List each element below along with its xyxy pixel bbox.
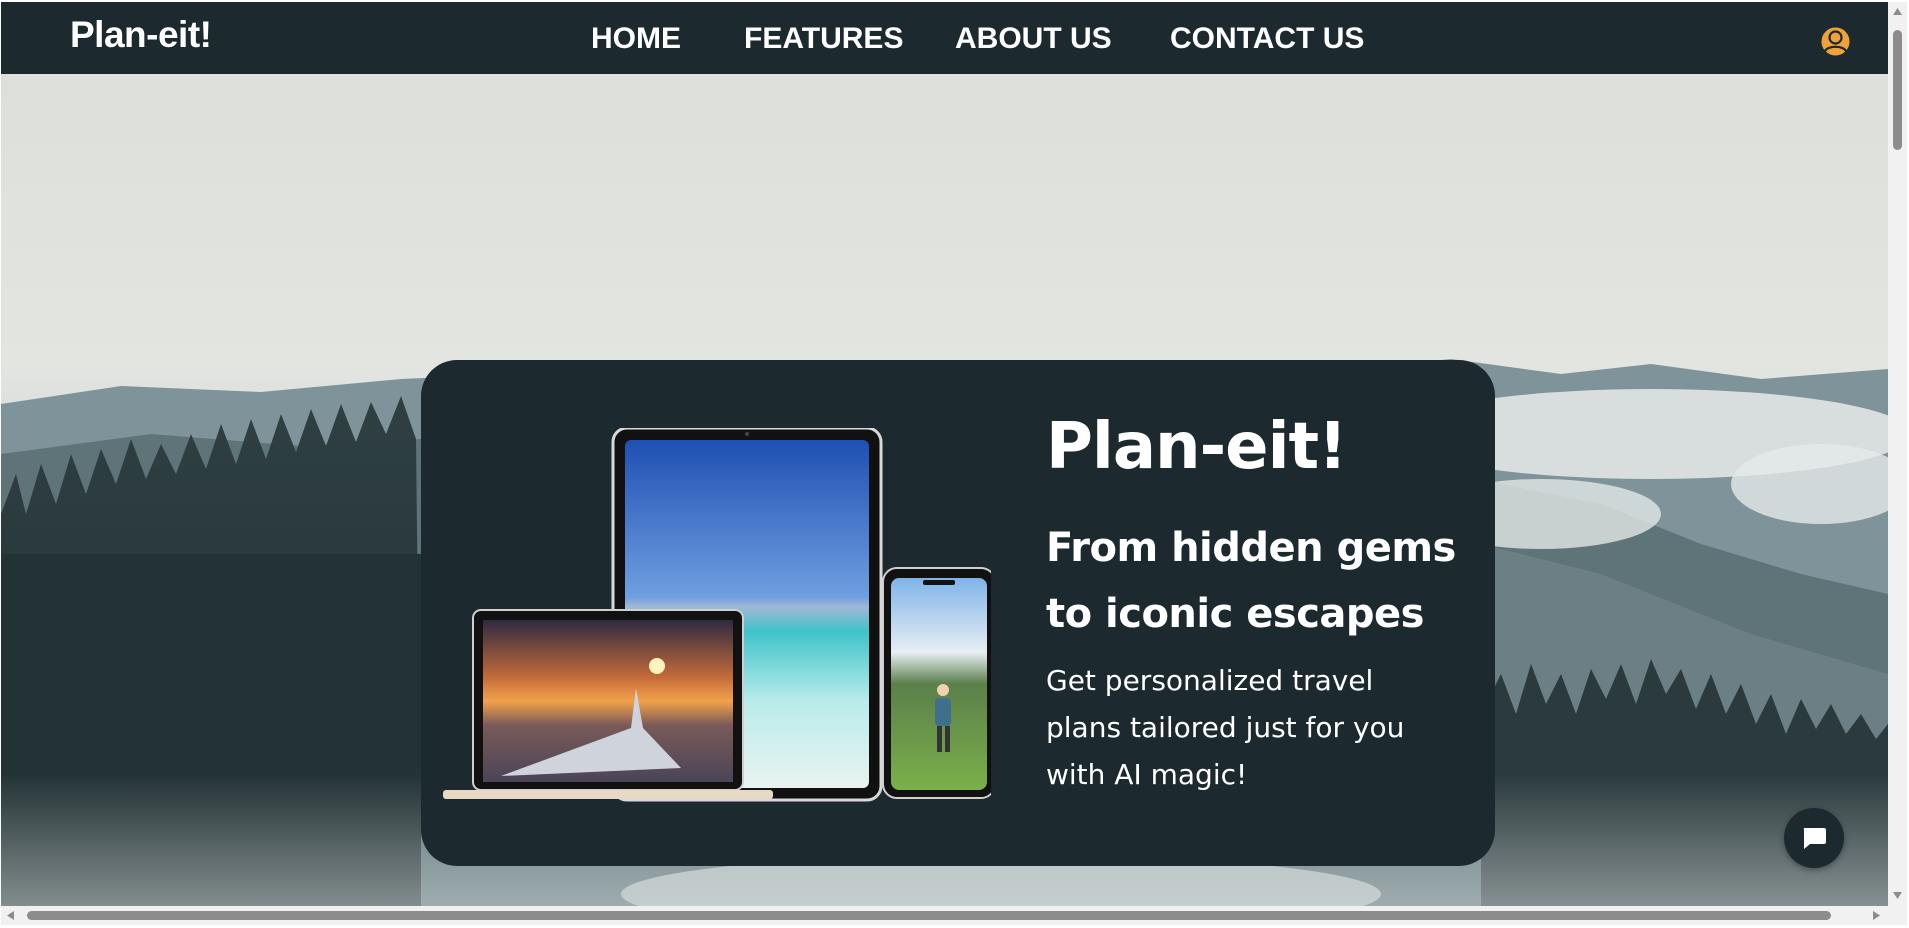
vertical-scrollbar[interactable] [1888,2,1907,906]
scroll-right-arrow-icon[interactable] [1873,911,1880,920]
vertical-scroll-thumb[interactable] [1893,30,1902,150]
scroll-up-arrow-icon[interactable] [1893,8,1902,15]
devices-illustration [431,426,996,818]
nav-home[interactable]: HOME [591,22,681,56]
user-avatar-icon[interactable] [1819,25,1852,58]
hero-description: Get personalized travel plans tailored j… [1046,664,1405,791]
scrollbar-corner [1888,906,1907,925]
nav-about-us[interactable]: ABOUT US [955,22,1112,56]
horizontal-scroll-thumb[interactable] [27,911,1831,920]
nav-contact-us[interactable]: CONTACT US [1170,22,1364,56]
hero-title: Plan-eit! [1046,410,1347,484]
chat-button[interactable] [1784,808,1844,868]
hero-tagline: From hidden gems to iconic escapes [1046,525,1456,637]
horizontal-scrollbar[interactable] [1,906,1888,925]
browser-viewport: Plan-eit! HOME FEATURES ABOUT US CONTACT… [1,2,1888,906]
nav-features[interactable]: FEATURES [744,22,903,56]
scroll-down-arrow-icon[interactable] [1893,892,1902,899]
scroll-left-arrow-icon[interactable] [7,911,14,920]
chat-bubble-icon [1803,828,1826,849]
top-navbar: Plan-eit! HOME FEATURES ABOUT US CONTACT… [1,2,1888,74]
brand-logo[interactable]: Plan-eit! [70,14,212,56]
hero-card: Plan-eit! From hidden gems to iconic esc… [421,360,1495,866]
